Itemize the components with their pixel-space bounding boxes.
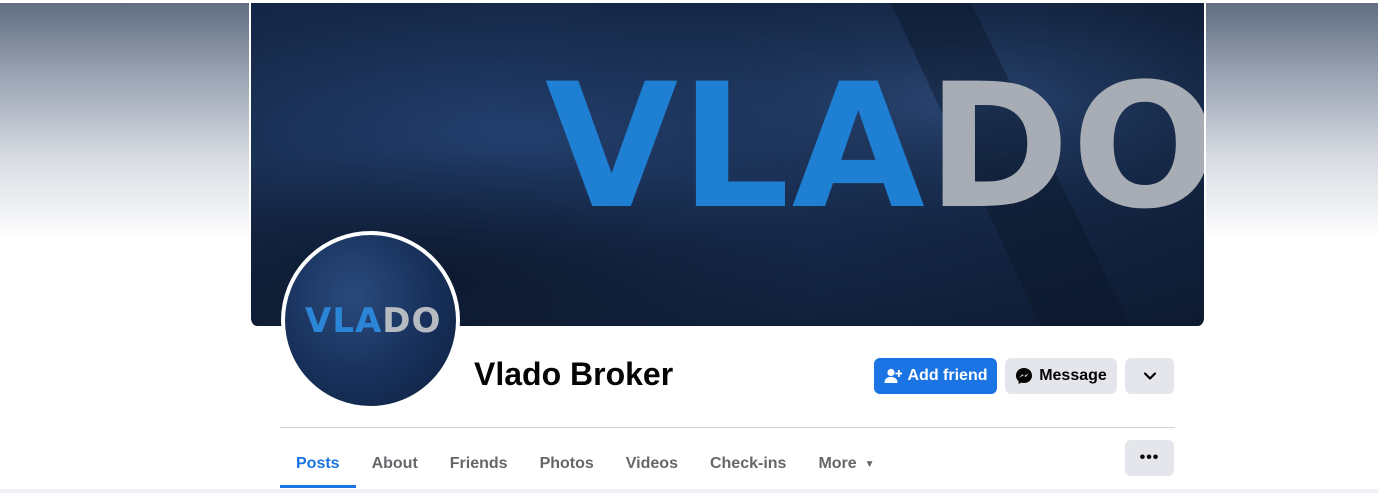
chevron-down-icon <box>1143 372 1156 380</box>
tab-videos-label: Videos <box>625 455 678 472</box>
profile-options-button[interactable] <box>1125 358 1174 394</box>
profile-avatar[interactable]: VLADO <box>281 231 460 410</box>
tab-posts[interactable]: Posts <box>280 440 356 488</box>
tab-about-label: About <box>371 455 418 472</box>
messenger-icon <box>1016 368 1033 384</box>
tab-check-ins[interactable]: Check-ins <box>694 440 802 488</box>
add-friend-label: Add friend <box>907 367 988 384</box>
add-friend-icon <box>884 368 902 383</box>
cover-logo-gray: DO <box>926 46 1206 247</box>
profile-tabs: Posts About Friends Photos Videos Check-… <box>280 440 891 488</box>
more-options-button[interactable]: ••• <box>1125 440 1174 476</box>
tab-check-ins-label: Check-ins <box>709 455 787 472</box>
tab-videos[interactable]: Videos <box>610 440 694 488</box>
cover-logo-text: VLADO <box>545 61 1204 233</box>
avatar-logo-blue: VLA <box>305 301 383 341</box>
message-button[interactable]: Message <box>1005 358 1117 394</box>
avatar-logo-text: VLADO <box>305 301 441 341</box>
tab-about[interactable]: About <box>356 440 434 488</box>
ellipsis-icon: ••• <box>1139 449 1160 466</box>
message-label: Message <box>1039 367 1107 384</box>
tab-friends-label: Friends <box>449 455 508 472</box>
header-divider <box>280 427 1175 428</box>
tab-photos-label: Photos <box>539 455 594 472</box>
tab-more[interactable]: More ▼ <box>802 440 890 488</box>
caret-down-icon: ▼ <box>864 458 875 470</box>
tab-friends[interactable]: Friends <box>434 440 524 488</box>
add-friend-button[interactable]: Add friend <box>874 358 997 394</box>
tab-more-label: More <box>818 455 857 472</box>
content-background <box>0 489 1378 493</box>
profile-page: VLADO VLADO Vlado Broker Add friend Mess… <box>0 0 1378 493</box>
tab-photos[interactable]: Photos <box>524 440 610 488</box>
profile-name: Vlado Broker <box>474 356 674 392</box>
cover-logo-blue: VLA <box>545 46 927 247</box>
avatar-logo-gray: DO <box>382 301 442 341</box>
tab-posts-label: Posts <box>296 455 340 472</box>
